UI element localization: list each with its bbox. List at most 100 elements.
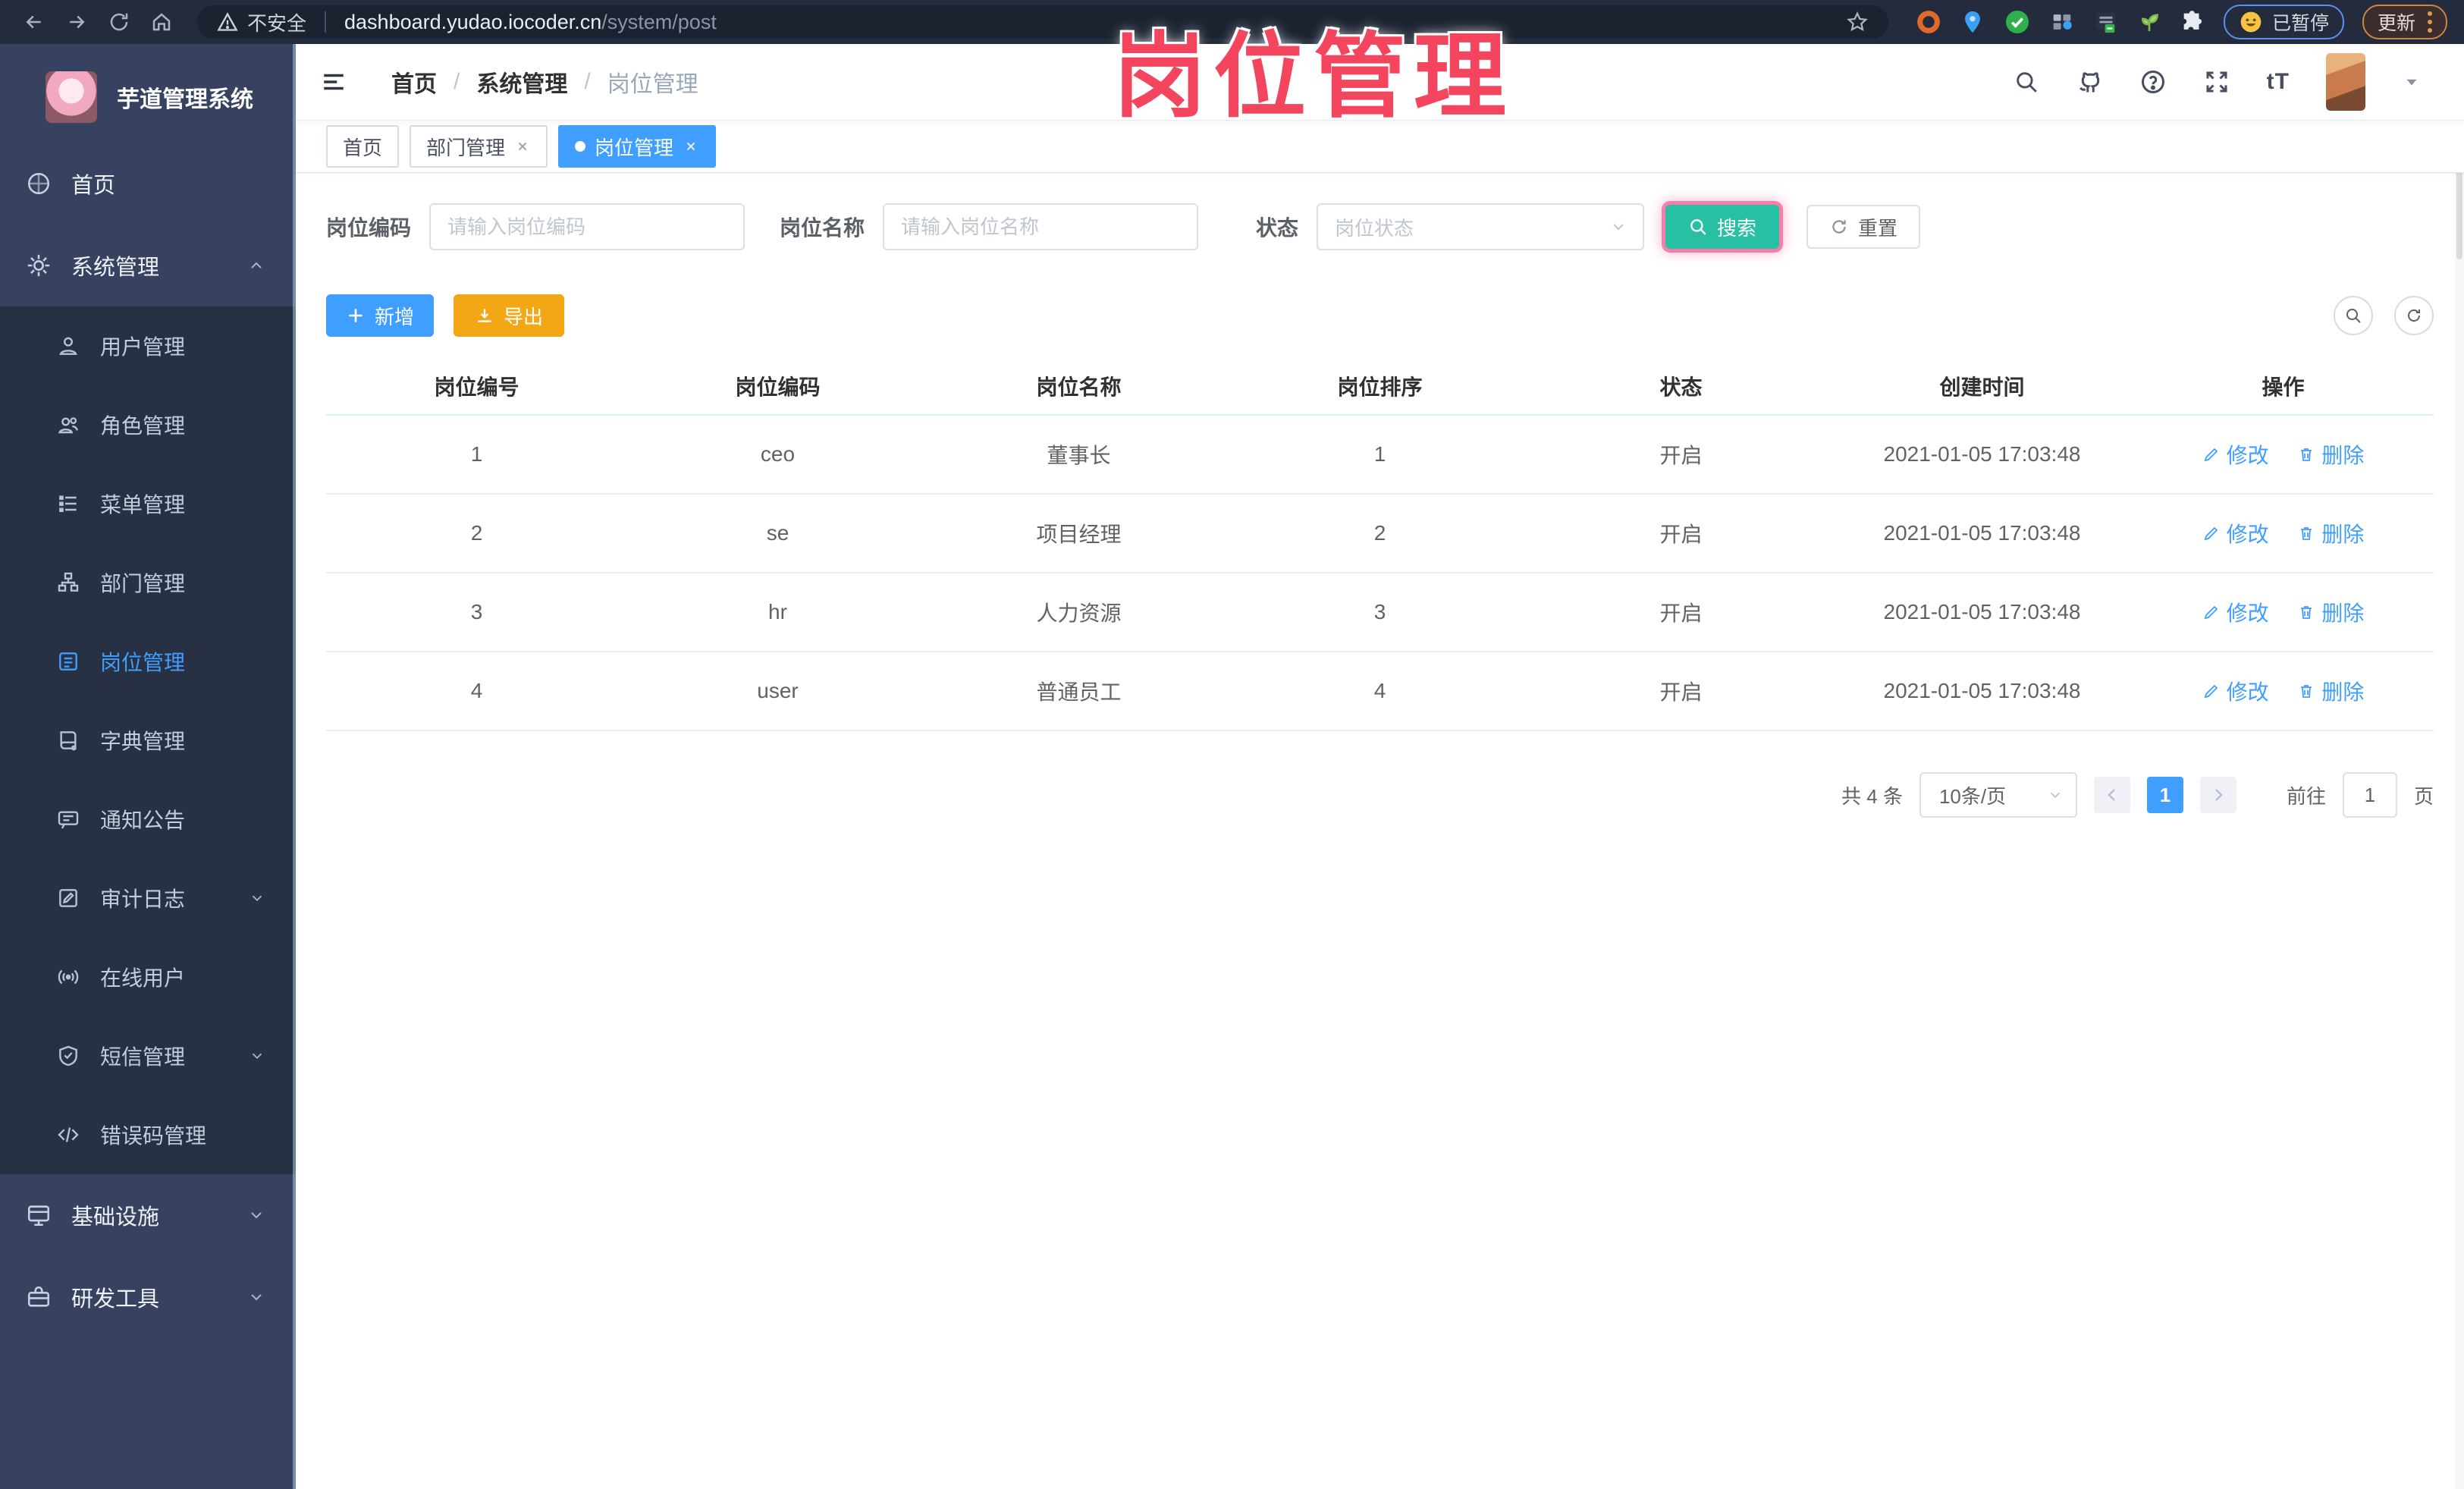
edit-link[interactable]: 修改 — [2202, 676, 2269, 706]
cell-status: 开启 — [1530, 573, 1832, 652]
extension-grid-icon[interactable] — [2049, 9, 2075, 35]
refresh-icon — [2408, 309, 2420, 322]
col-status: 状态 — [1530, 358, 1832, 416]
toggle-search-button[interactable] — [2334, 296, 2373, 335]
sidebar-item-dictionary[interactable]: 字典管理 — [0, 701, 296, 780]
table-row: 3 hr 人力资源 3 开启 2021-01-05 17:03:48 修改 删除 — [326, 573, 2434, 652]
extension-green-check-icon[interactable] — [2004, 8, 2031, 36]
edit-link[interactable]: 修改 — [2202, 597, 2269, 627]
sidebar-item-infrastructure[interactable]: 基础设施 — [0, 1174, 296, 1256]
extension-tampermonkey-icon[interactable] — [2093, 9, 2119, 35]
fullscreen-icon[interactable] — [2203, 68, 2230, 96]
delete-link[interactable]: 删除 — [2297, 676, 2364, 706]
sidebar-item-departments[interactable]: 部门管理 — [0, 543, 296, 622]
sidebar-item-users[interactable]: 用户管理 — [0, 306, 296, 385]
extension-orange-ring-icon[interactable] — [1916, 9, 1941, 35]
delete-link[interactable]: 删除 — [2297, 439, 2364, 470]
col-post-code: 岗位编码 — [627, 358, 928, 416]
sidebar-item-label: 基础设施 — [71, 1205, 160, 1230]
sidebar-item-label: 字典管理 — [100, 730, 186, 753]
github-icon[interactable] — [2076, 68, 2103, 96]
top-navbar: 首页 / 系统管理 / 岗位管理 tT — [296, 44, 2464, 121]
sidebar-item-sms[interactable]: 短信管理 — [0, 1016, 296, 1095]
cell-post-name: 董事长 — [928, 415, 1229, 495]
help-icon[interactable] — [2139, 68, 2167, 96]
url-domain: dashboard.yudao.iocoder.cn — [344, 10, 602, 33]
sidebar-item-error-codes[interactable]: 错误码管理 — [0, 1095, 296, 1174]
bookmark-star-icon[interactable] — [1846, 11, 1869, 33]
export-button[interactable]: 导出 — [454, 294, 564, 337]
sidebar-item-audit-log[interactable]: 审计日志 — [0, 859, 296, 938]
announcement-icon — [58, 811, 79, 829]
sidebar-item-menus[interactable]: 菜单管理 — [0, 464, 296, 543]
close-icon[interactable] — [514, 138, 531, 155]
refresh-table-button[interactable] — [2394, 296, 2434, 335]
sidebar-item-dev-tools[interactable]: 研发工具 — [0, 1256, 296, 1338]
cell-status: 开启 — [1530, 652, 1832, 731]
page-unit-label: 页 — [2413, 784, 2434, 808]
chevron-down-icon — [252, 895, 262, 902]
extension-location-pin-icon[interactable] — [1960, 9, 1985, 35]
recorder-paused-pill[interactable]: 已暂停 — [2223, 5, 2344, 39]
goto-page-input[interactable] — [2342, 772, 2397, 818]
home-icon — [152, 13, 171, 31]
page-size-select[interactable]: 10条/页 — [1919, 772, 2077, 818]
search-icon — [2346, 309, 2361, 323]
browser-update-button[interactable]: 更新 — [2362, 5, 2447, 39]
trash-icon — [2301, 606, 2312, 619]
tab-home[interactable]: 首页 — [326, 125, 400, 168]
browser-menu-kebab-icon[interactable] — [2428, 11, 2432, 33]
reset-button-label: 重置 — [1858, 216, 1898, 240]
col-post-name: 岗位名称 — [928, 358, 1229, 416]
add-button-label: 新增 — [374, 305, 414, 328]
table-row: 2 se 项目经理 2 开启 2021-01-05 17:03:48 修改 删除 — [326, 494, 2434, 573]
extension-sprout-icon[interactable] — [2137, 10, 2161, 34]
search-button[interactable]: 搜索 — [1665, 205, 1780, 249]
page-number-1[interactable]: 1 — [2146, 777, 2183, 813]
dashboard-icon — [27, 172, 50, 195]
post-code-input[interactable] — [429, 203, 745, 250]
hamburger-icon[interactable] — [319, 69, 349, 95]
next-page-button[interactable] — [2199, 777, 2236, 813]
cell-post-id: 4 — [326, 652, 627, 731]
sidebar-item-notices[interactable]: 通知公告 — [0, 780, 296, 859]
chevron-down-icon — [251, 1294, 262, 1301]
font-size-icon[interactable]: tT — [2267, 69, 2290, 95]
edit-link[interactable]: 修改 — [2202, 439, 2269, 470]
delete-link[interactable]: 删除 — [2297, 518, 2364, 548]
app-logo[interactable]: 芋道管理系统 — [0, 44, 296, 143]
tab-posts[interactable]: 岗位管理 — [558, 125, 717, 168]
sidebar-item-posts[interactable]: 岗位管理 — [0, 622, 296, 701]
header-search-icon[interactable] — [2014, 69, 2039, 95]
browser-back-button[interactable] — [17, 5, 52, 39]
browser-forward-button[interactable] — [59, 5, 94, 39]
reset-button[interactable]: 重置 — [1806, 205, 1921, 249]
sidebar: 芋道管理系统 首页 系统管理 用户管理 角色管理 菜单管理 部门管理 岗位管理 … — [0, 44, 296, 1489]
browser-reload-button[interactable] — [102, 5, 137, 39]
post-name-input[interactable] — [883, 203, 1199, 250]
col-post-sort: 岗位排序 — [1229, 358, 1530, 416]
tab-departments[interactable]: 部门管理 — [410, 125, 548, 168]
cell-post-name: 项目经理 — [928, 494, 1229, 573]
breadcrumb-system[interactable]: 系统管理 — [476, 65, 567, 99]
address-bar[interactable]: 不安全 dashboard.yudao.iocoder.cn /system/p… — [197, 5, 1888, 39]
user-avatar[interactable] — [2326, 53, 2365, 111]
page-scrollbar[interactable] — [2455, 44, 2464, 1489]
sidebar-item-online-users[interactable]: 在线用户 — [0, 938, 296, 1016]
sidebar-item-home[interactable]: 首页 — [0, 143, 296, 225]
sidebar-item-roles[interactable]: 角色管理 — [0, 385, 296, 464]
edit-link[interactable]: 修改 — [2202, 518, 2269, 548]
chevron-up-icon — [251, 262, 262, 269]
prev-page-button[interactable] — [2093, 777, 2130, 813]
online-signal-icon — [58, 969, 79, 985]
close-icon[interactable] — [683, 138, 699, 155]
delete-link[interactable]: 删除 — [2297, 597, 2364, 627]
browser-home-button[interactable] — [144, 5, 179, 39]
status-select[interactable]: 岗位状态 — [1317, 203, 1645, 250]
add-button[interactable]: 新增 — [326, 294, 434, 337]
breadcrumb-home[interactable]: 首页 — [391, 65, 437, 99]
dictionary-book-icon — [60, 731, 77, 751]
extensions-puzzle-icon[interactable] — [2180, 9, 2205, 35]
avatar-caret-down-icon[interactable] — [2402, 72, 2422, 92]
sidebar-item-system[interactable]: 系统管理 — [0, 225, 296, 306]
